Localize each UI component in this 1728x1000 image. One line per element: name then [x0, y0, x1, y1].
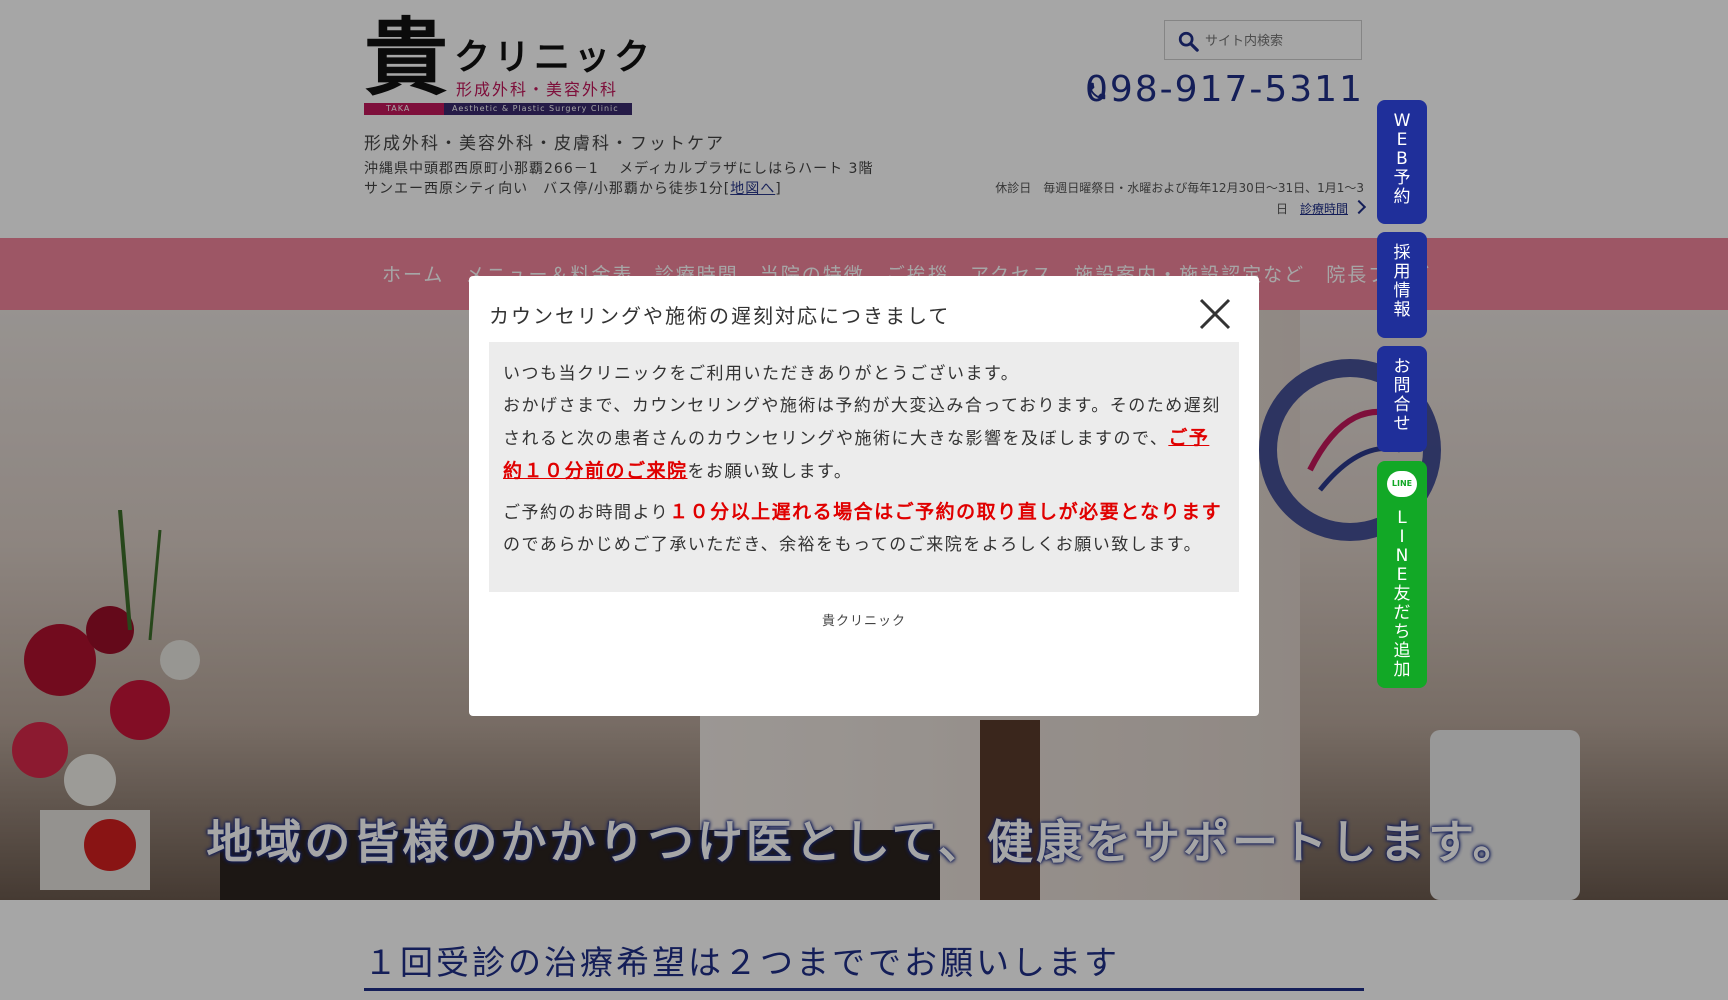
side-button-char: ち: [1393, 622, 1411, 642]
side-button-char: お: [1393, 357, 1411, 377]
modal-title: カウンセリングや施術の遅刻対応につきまして: [489, 304, 951, 328]
modal-paragraph-1: いつも当クリニックをご利用いただきありがとうございます。: [503, 364, 1020, 384]
modal-text: をお願い致します。: [687, 462, 853, 482]
side-button-char: L: [1397, 508, 1407, 528]
side-button-char: W: [1393, 111, 1411, 131]
side-button-char: 約: [1393, 187, 1411, 207]
contact-label: お問合せ: [1377, 358, 1427, 434]
modal-text: ご予約のお時間より: [503, 503, 670, 523]
side-button-char: 加: [1393, 660, 1411, 680]
line-add-friend-button[interactable]: LINE LINE友だち追加: [1377, 461, 1427, 688]
side-button-char: 用: [1393, 262, 1411, 282]
line-icon: LINE: [1387, 471, 1417, 497]
modal-message: いつも当クリニックをご利用いただきありがとうございます。 おかげさまで、カウンセ…: [489, 342, 1239, 592]
side-button-char: I: [1399, 527, 1405, 547]
late-arrival-notice-modal: カウンセリングや施術の遅刻対応につきまして いつも当クリニックをご利用いただきあ…: [469, 276, 1259, 716]
web-reservation-label: WEB予約: [1377, 112, 1427, 207]
side-button-char: 問: [1393, 376, 1411, 396]
side-button-char: 採: [1393, 243, 1411, 263]
side-button-char: 追: [1393, 641, 1411, 661]
modal-paragraph-2: おかげさまで、カウンセリングや施術は予約が大変込み合っております。そのため遅刻さ…: [503, 390, 1225, 488]
recruit-button[interactable]: 採用情報: [1377, 232, 1427, 338]
side-button-char: E: [1396, 130, 1408, 150]
side-button-char: 情: [1393, 281, 1411, 301]
side-button-char: 友: [1393, 584, 1411, 604]
side-button-char: N: [1395, 546, 1409, 566]
close-icon[interactable]: [1195, 294, 1235, 334]
modal-signature: 貴クリニック: [821, 614, 906, 629]
side-button-char: 予: [1393, 168, 1411, 188]
side-button-char: 合: [1393, 395, 1411, 415]
side-button-char: 報: [1393, 300, 1411, 320]
modal-paragraph-3: ご予約のお時間より１０分以上遅れる場合はご予約の取り直しが必要となりますのであら…: [503, 496, 1225, 561]
modal-text: のであらかじめご了承いただき、余裕をもってのご来院をよろしくお願い致します。: [503, 535, 1203, 555]
contact-button[interactable]: お問合せ: [1377, 346, 1427, 452]
rebooking-warning-highlight: １０分以上遅れる場合はご予約の取り直しが必要となります: [669, 501, 1223, 523]
side-button-char: せ: [1393, 414, 1411, 434]
side-button-char: B: [1396, 149, 1408, 169]
web-reservation-button[interactable]: WEB予約: [1377, 100, 1427, 224]
line-add-friend-label: LINE友だち追加: [1377, 509, 1427, 680]
modal-text: おかげさまで、カウンセリングや施術は予約が大変込み合っております。そのため遅刻さ…: [503, 396, 1221, 449]
recruit-label: 採用情報: [1377, 244, 1427, 320]
side-button-char: だ: [1393, 603, 1411, 623]
side-button-char: E: [1396, 565, 1408, 585]
